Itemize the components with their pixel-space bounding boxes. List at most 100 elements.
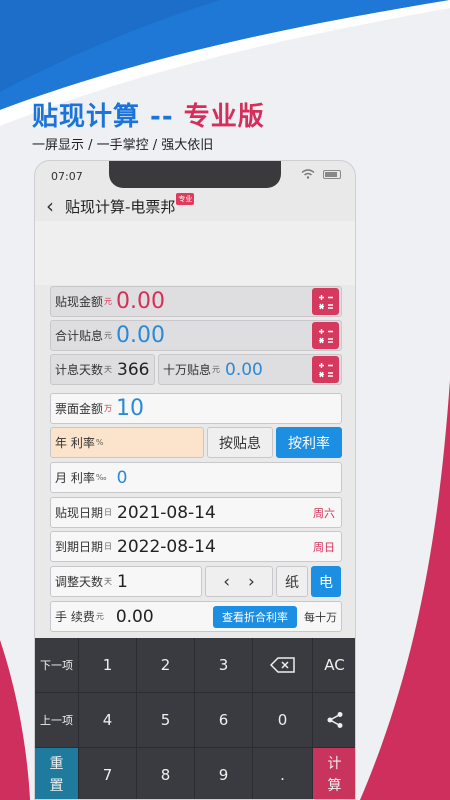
phone-frame: 07:07 ‹ 贴现计算-电票邦 专业 贴现金额 元 0.00 合计贴息 元 0…: [34, 160, 356, 800]
pro-badge: 专业: [176, 193, 195, 205]
maturity-date-unit: 日: [104, 542, 113, 551]
monthly-rate-unit: ‰: [95, 473, 107, 482]
annual-rate-unit: %: [95, 438, 104, 447]
headline-accent-text: 专业版: [183, 102, 265, 132]
interest-days-field: 计息天数 天 366: [50, 354, 155, 385]
annual-rate-row: 年 利率 % 按贴息 按利率: [50, 427, 342, 458]
promo-headline: 贴现计算 -- 专业版: [32, 96, 265, 133]
monthly-rate-value: 0: [116, 467, 128, 488]
battery-icon: [323, 169, 341, 179]
discount-date-input[interactable]: 贴现日期 日 2021-08-14 周六: [50, 497, 342, 528]
interest-days-value: 366: [117, 359, 150, 380]
face-amount-input[interactable]: 票面金额 万 10: [50, 393, 342, 424]
promo-subline: 一屏显示 / 一手掌控 / 强大依旧: [32, 138, 214, 153]
per-100k-text: 每十万: [304, 610, 337, 624]
reset-key[interactable]: 重置: [35, 748, 79, 799]
face-amount-row: 票面金额 万 10: [50, 393, 342, 424]
monthly-rate-label: 月 利率: [55, 471, 95, 485]
decimal-point-key[interactable]: .: [253, 748, 313, 799]
chevron-left-icon[interactable]: ‹: [223, 572, 230, 592]
headline-main-text: 贴现计算 --: [32, 102, 184, 132]
clear-all-key[interactable]: AC: [313, 638, 355, 693]
discount-amount-label: 贴现金额: [55, 295, 104, 309]
previous-item-key[interactable]: 上一项: [35, 693, 79, 748]
fee-input[interactable]: 手 续费 元 0.00 查看折合利率 每十万: [50, 601, 342, 632]
discount-date-weekday: 周六: [313, 506, 335, 520]
calculate-key-char-2: 算: [327, 778, 342, 794]
key-7[interactable]: 7: [79, 748, 137, 799]
annual-rate-label: 年 利率: [55, 436, 95, 450]
back-arrow-icon[interactable]: ‹: [35, 194, 65, 218]
face-amount-label: 票面金额: [55, 402, 104, 416]
phone-notch: [109, 161, 281, 188]
maturity-date-input[interactable]: 到期日期 日 2022-08-14 周日: [50, 531, 342, 562]
key-9[interactable]: 9: [195, 748, 253, 799]
adjust-days-row: 调整天数 天 1 ‹ › 纸 电: [50, 566, 342, 597]
key-0[interactable]: 0: [253, 693, 313, 748]
electronic-ticket-button[interactable]: 电: [311, 566, 341, 597]
chevron-right-icon[interactable]: ›: [248, 572, 255, 592]
maturity-date-value: 2022-08-14: [117, 536, 216, 557]
per-100k-interest-field: 十万贴息 元 0.00: [158, 354, 342, 385]
mode-by-rate-button[interactable]: 按利率: [276, 427, 342, 458]
discount-amount-row: 贴现金额 元 0.00: [50, 286, 342, 317]
face-amount-unit: 万: [104, 404, 113, 413]
key-1[interactable]: 1: [79, 638, 137, 693]
discount-amount-field: 贴现金额 元 0.00: [50, 286, 342, 317]
paper-ticket-button[interactable]: 纸: [276, 566, 308, 597]
discount-date-label: 贴现日期: [55, 506, 104, 520]
share-icon[interactable]: [313, 693, 355, 748]
status-icons: [301, 169, 341, 179]
fee-row: 手 续费 元 0.00 查看折合利率 每十万: [50, 601, 342, 632]
status-time: 07:07: [51, 170, 83, 183]
interest-days-label: 计息天数: [55, 363, 104, 377]
discount-date-unit: 日: [104, 508, 113, 517]
calculate-key[interactable]: 计算: [313, 748, 355, 799]
fee-label: 手 续费: [55, 610, 95, 624]
total-interest-unit: 元: [104, 331, 113, 340]
total-interest-label: 合计贴息: [55, 329, 104, 343]
discount-amount-unit: 元: [104, 297, 113, 306]
app-title: 贴现计算-电票邦: [65, 197, 176, 216]
maturity-date-label: 到期日期: [55, 540, 104, 554]
calculate-key-char-1: 计: [327, 755, 342, 772]
next-item-key[interactable]: 下一项: [35, 638, 79, 693]
calculator-icon[interactable]: [312, 322, 339, 349]
annual-rate-input[interactable]: 年 利率 %: [50, 427, 204, 458]
per-100k-interest-value: 0.00: [225, 359, 263, 380]
key-3[interactable]: 3: [195, 638, 253, 693]
key-2[interactable]: 2: [137, 638, 195, 693]
days-row: 计息天数 天 366 十万贴息 元 0.00: [50, 354, 342, 385]
key-4[interactable]: 4: [79, 693, 137, 748]
calculator-icon[interactable]: [312, 288, 339, 315]
calculator-icon[interactable]: [312, 356, 339, 383]
discount-amount-value: 0.00: [116, 289, 165, 314]
adjust-days-value: 1: [117, 571, 128, 592]
mode-by-interest-button[interactable]: 按贴息: [207, 427, 273, 458]
discount-date-row: 贴现日期 日 2021-08-14 周六: [50, 497, 342, 528]
discount-date-value: 2021-08-14: [117, 502, 216, 523]
adjust-days-input[interactable]: 调整天数 天 1: [50, 566, 202, 597]
maturity-date-weekday: 周日: [313, 540, 335, 554]
total-interest-field: 合计贴息 元 0.00: [50, 320, 342, 351]
maturity-date-row: 到期日期 日 2022-08-14 周日: [50, 531, 342, 562]
keypad: 下一项 1 2 3 AC 上一项 4 5 6 0 重置 7 8 9 . 计算: [35, 638, 355, 799]
adjust-days-label: 调整天数: [55, 575, 104, 589]
monthly-rate-row: 月 利率 ‰ 0: [50, 462, 342, 493]
per-100k-interest-unit: 元: [212, 365, 221, 374]
per-100k-interest-label: 十万贴息: [163, 363, 212, 377]
total-interest-value: 0.00: [116, 323, 165, 348]
face-amount-value: 10: [116, 396, 145, 421]
fee-value: 0.00: [115, 606, 154, 627]
title-bar: ‹ 贴现计算-电票邦 专业: [35, 191, 355, 221]
key-5[interactable]: 5: [137, 693, 195, 748]
wifi-icon: [301, 169, 315, 179]
blank-area: [35, 221, 355, 285]
monthly-rate-input[interactable]: 月 利率 ‰ 0: [50, 462, 342, 493]
key-6[interactable]: 6: [195, 693, 253, 748]
interest-days-unit: 天: [104, 365, 113, 374]
key-8[interactable]: 8: [137, 748, 195, 799]
view-equivalent-rate-button[interactable]: 查看折合利率: [213, 606, 297, 628]
adjust-stepper: ‹ ›: [205, 566, 273, 597]
backspace-icon[interactable]: [253, 638, 313, 693]
